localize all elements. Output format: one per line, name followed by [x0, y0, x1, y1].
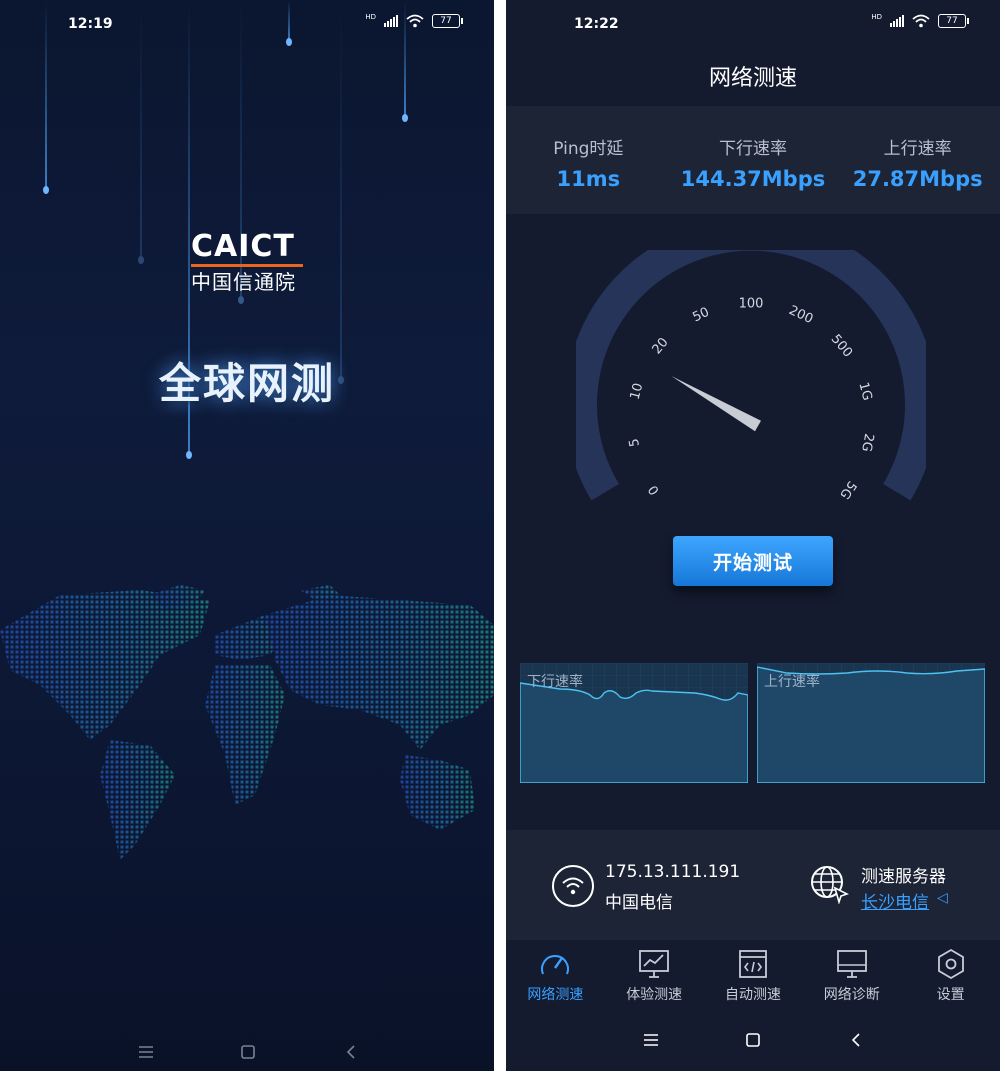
bottom-tab-bar: 网络测速 体验测速 自动测速 网络诊断 设置 [506, 940, 1000, 1015]
signal-icon [890, 15, 904, 27]
server-label: 测速服务器 [861, 867, 946, 887]
logo-english: CAICT [191, 229, 295, 264]
home-icon[interactable] [240, 1044, 256, 1060]
metric-ping: Ping时延 11ms [506, 106, 671, 214]
download-curve [520, 682, 748, 783]
battery-icon: 77 [938, 14, 969, 28]
status-bar: 12:22 HD 77 [506, 0, 1000, 48]
speed-test-screen: 12:22 HD 77 网络测速 Ping时延 11ms 下行速率 144.37… [506, 0, 1000, 1071]
status-time: 12:19 [68, 16, 113, 32]
ip-address: 175.13.111.191 [605, 862, 741, 882]
light-streak [286, 0, 292, 46]
metric-value: 144.37Mbps [680, 167, 826, 191]
gauge-tick-label: 20 [650, 335, 672, 357]
back-icon[interactable] [850, 1032, 862, 1048]
gauge-arc [576, 250, 926, 501]
light-streak [43, 0, 49, 194]
tab-auto-test[interactable]: 自动测速 [704, 940, 803, 1015]
code-window-icon [739, 950, 767, 978]
metric-download: 下行速率 144.37Mbps [671, 106, 836, 214]
server-link[interactable]: 长沙电信 [861, 888, 929, 913]
gauge-tick-label: 2G [858, 432, 876, 453]
home-icon[interactable] [745, 1032, 761, 1048]
metric-label: 上行速率 [883, 139, 952, 159]
gauge-tick-label: 0 [646, 482, 663, 497]
chart-label: 上行速率 [764, 674, 820, 690]
speedometer-icon [541, 955, 570, 975]
tab-speed-test[interactable]: 网络测速 [506, 940, 605, 1015]
light-streak [138, 0, 144, 264]
speed-gauge: 0 5 10 20 50 100 200 5001G 2G 5G [576, 250, 926, 502]
gauge-tick-label: 50 [690, 305, 711, 326]
status-bar: 12:19 HD 77 [0, 0, 494, 48]
tab-label: 设置 [936, 987, 965, 1003]
gauge-tick-label: 500 [828, 332, 855, 361]
tab-diagnosis[interactable]: 网络诊断 [802, 940, 901, 1015]
battery-icon: 77 [432, 14, 463, 28]
logo-underline [191, 264, 303, 267]
gauge-tick-label: 10 [628, 382, 647, 402]
light-streak [402, 0, 408, 122]
system-nav-bar [0, 1011, 494, 1071]
wifi-icon [406, 14, 424, 28]
status-time: 12:22 [574, 16, 619, 32]
metric-value: 27.87Mbps [852, 167, 983, 191]
gauge-tick-label: 5 [627, 437, 643, 448]
gauge-needle [671, 376, 761, 432]
tab-experience-test[interactable]: 体验测速 [605, 940, 704, 1015]
hd-label: HD [871, 13, 882, 21]
metric-upload: 上行速率 27.87Mbps [835, 106, 1000, 214]
start-test-button[interactable]: 开始测试 [673, 536, 833, 586]
gauge-tick-label: 200 [786, 303, 815, 327]
splash-screen: 12:19 HD 77 CAICT 中国信通院 全球网测 [0, 0, 494, 1071]
logo-chinese: 中国信通院 [191, 270, 296, 294]
caict-logo: CAICT 中国信通院 [191, 232, 303, 294]
dotted-world-map [0, 585, 494, 860]
tab-label: 网络诊断 [823, 987, 880, 1003]
metric-label: Ping时延 [553, 139, 624, 159]
signal-icon [384, 15, 398, 27]
chart-label: 下行速率 [527, 674, 583, 690]
tab-label: 体验测速 [626, 987, 683, 1003]
tab-settings[interactable]: 设置 [901, 940, 1000, 1015]
monitor-chart-icon [639, 950, 670, 978]
menu-icon[interactable] [643, 1033, 659, 1047]
app-title: 全球网测 [158, 359, 335, 408]
wifi-circle-icon [552, 865, 594, 907]
light-streak [338, 0, 344, 384]
isp-name: 中国电信 [605, 893, 673, 913]
download-chart: 下行速率 [520, 663, 748, 783]
metric-value: 11ms [556, 167, 621, 191]
tab-label: 网络测速 [527, 987, 584, 1003]
page-title: 网络测速 [708, 66, 797, 91]
monitor-icon [836, 950, 867, 978]
tab-label: 自动测速 [724, 987, 781, 1003]
wifi-icon [912, 14, 930, 28]
gauge-tick-label: 1G [855, 381, 874, 403]
caret-left-icon[interactable]: ◁ [937, 890, 948, 906]
metric-label: 下行速率 [719, 139, 787, 159]
network-info-panel: 175.13.111.191 中国电信 测速服务器 长沙电信 ◁ [506, 830, 1000, 940]
hd-label: HD [365, 13, 376, 21]
screenshot-divider [494, 0, 506, 1071]
upload-chart: 上行速率 [757, 663, 985, 783]
gauge-tick-label: 100 [739, 297, 764, 312]
metrics-panel: Ping时延 11ms 下行速率 144.37Mbps 上行速率 27.87Mb… [506, 106, 1000, 214]
globe-icon [811, 866, 849, 904]
system-nav-bar [506, 1015, 1000, 1071]
hexagon-settings-icon [937, 948, 964, 980]
menu-icon[interactable] [138, 1045, 154, 1059]
gauge-tick-label: 5G [836, 478, 859, 502]
back-icon[interactable] [345, 1044, 357, 1060]
